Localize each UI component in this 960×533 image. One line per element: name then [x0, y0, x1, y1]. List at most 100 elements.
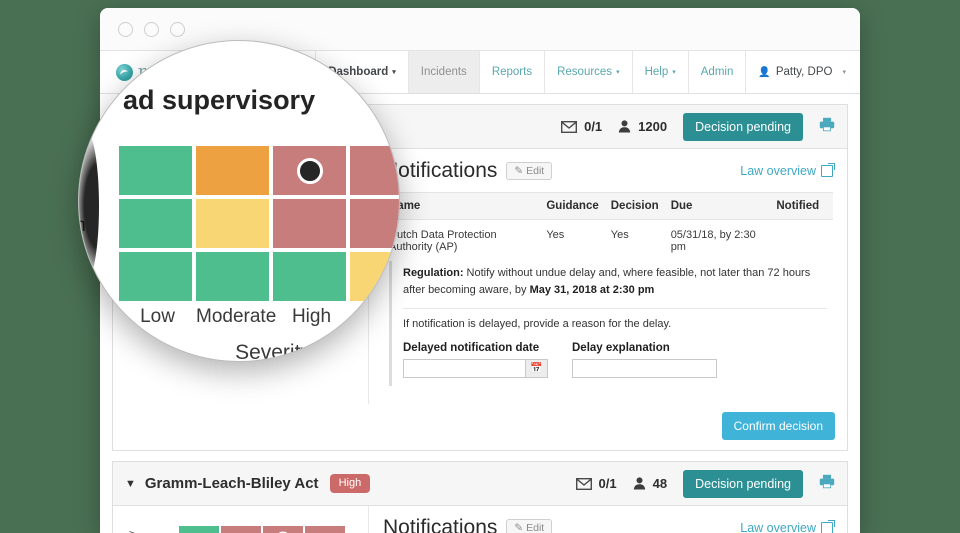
magnified-xaxis-title: Severity — [235, 341, 311, 362]
table-row: Dutch Data Protection Authority (AP) Yes… — [383, 220, 833, 258]
heatmap-cell[interactable] — [196, 146, 269, 195]
magnified-xtick-moderate: Moderate — [196, 306, 277, 327]
edit-button[interactable]: ✎ Edit — [506, 519, 553, 533]
delayed-date-label: Delayed notification date — [403, 342, 540, 355]
notified-count: 0/1 — [598, 476, 617, 491]
incident-1-footer: Confirm decision — [113, 404, 847, 450]
magnifier-lens: ad supervisory igh edium Low — [78, 40, 400, 362]
delayed-date-input[interactable]: 📅 — [403, 359, 548, 379]
people-metric: 1200 — [618, 119, 667, 134]
magnified-xtick-low: Low — [140, 306, 175, 327]
delay-explanation-input[interactable] — [572, 359, 717, 379]
calendar-icon[interactable]: 📅 — [525, 360, 547, 378]
regulation-text: Regulation: Notify without undue delay a… — [403, 265, 827, 299]
chevron-down-icon: ▾ — [672, 69, 676, 76]
heatmap-cell[interactable] — [221, 526, 262, 533]
table-header-row: Name Guidance Decision Due Notified — [383, 192, 833, 220]
window-maximize-dot[interactable] — [170, 21, 185, 37]
collapse-triangle-icon[interactable]: ▼ — [125, 478, 136, 490]
chevron-down-icon: ▾ — [842, 69, 846, 76]
heatmap-cell[interactable] — [179, 526, 220, 533]
incident-2-body: Sensitivity High Medium — [113, 506, 847, 533]
heatmap-cell-selected[interactable] — [263, 526, 304, 533]
status-badge: High — [329, 474, 371, 493]
magnified-xtick-extreme: Ex — [377, 306, 400, 327]
incident-1-header-actions: 0/1 1200 Decision pending — [561, 112, 835, 141]
heatmap-cell[interactable] — [273, 252, 346, 301]
column-header-name: Name — [383, 192, 541, 220]
people-count: 48 — [652, 476, 668, 491]
decision-pending-button[interactable]: Decision pending — [683, 112, 803, 141]
notifications-1-header: Notifications ✎ Edit Law overview — [383, 159, 835, 183]
law-overview-link[interactable]: Law overview — [740, 163, 835, 178]
column-header-due: Due — [664, 192, 771, 220]
heatmap-cell[interactable] — [196, 199, 269, 248]
pencil-icon: ✎ — [514, 165, 524, 177]
column-header-decision: Decision — [604, 192, 665, 220]
page-title: Notifications — [383, 159, 498, 182]
nav-item-reports[interactable]: Reports — [480, 51, 546, 93]
screenshot-stage: radar · Dashboard ▾ Incidents Reports Re… — [0, 0, 960, 533]
incident-2-title: Gramm-Leach-Bliley Act — [144, 475, 319, 492]
notified-metric: 0/1 — [575, 476, 617, 491]
cell-notified — [770, 220, 833, 258]
heatmap-marker-icon — [296, 157, 323, 184]
heatmap-cell[interactable] — [273, 199, 346, 248]
nav-item-resources-label: Resources — [557, 66, 613, 78]
heatmap-cell[interactable] — [350, 199, 399, 248]
heatmap-cell[interactable] — [350, 146, 399, 195]
magnifier-content: ad supervisory igh edium Low — [79, 41, 399, 361]
column-header-guidance: Guidance — [540, 192, 605, 220]
decision-pending-button[interactable]: Decision pending — [683, 469, 803, 498]
law-overview-link[interactable]: Law overview — [740, 520, 835, 533]
magnified-xtick-high: High — [291, 306, 332, 327]
nav-item-help[interactable]: Help ▾ — [633, 51, 689, 93]
column-header-notified: Notified — [770, 192, 833, 220]
printer-icon[interactable] — [819, 474, 835, 494]
notified-count: 0/1 — [584, 119, 603, 134]
nav-item-user-menu[interactable]: 👤 Patty, DPO ▾ — [746, 51, 860, 93]
cell-due: 05/31/18, by 2:30 pm — [670, 229, 756, 253]
heatmap-cell[interactable] — [350, 252, 399, 301]
window-minimize-dot[interactable] — [144, 21, 159, 37]
heatmap-cell[interactable] — [119, 252, 192, 301]
cell-decision: Yes — [610, 229, 629, 241]
nav-item-resources[interactable]: Resources ▾ — [545, 51, 633, 93]
law-overview-label: Law overview — [740, 164, 816, 178]
heatmap-2-yaxis-title: Sensitivity — [127, 526, 138, 533]
envelope-icon — [561, 120, 578, 133]
printer-icon[interactable] — [819, 117, 835, 137]
window-close-dot[interactable] — [118, 21, 133, 37]
person-icon: 👤 — [758, 66, 771, 78]
heatmap-cell[interactable] — [119, 199, 192, 248]
heatmap-cell[interactable] — [196, 252, 269, 301]
edit-button-label: Edit — [526, 165, 545, 177]
delay-explanation-label: Delay explanation — [572, 342, 670, 355]
user-menu-label: Patty, DPO — [775, 66, 833, 78]
person-icon — [633, 477, 645, 490]
heatmap-cell[interactable] — [305, 526, 346, 533]
heatmap-2-grid — [179, 526, 346, 533]
incident-2-heatmap-pane: Sensitivity High Medium — [113, 506, 368, 533]
incident-2-notifications-pane: Notifications ✎ Edit Law overview — [368, 506, 847, 533]
heatmap-cell-selected[interactable] — [273, 146, 346, 195]
pencil-icon: ✎ — [514, 522, 524, 533]
notified-metric: 0/1 — [561, 119, 602, 134]
regulation-deadline: May 31, 2018 at 2:30 pm — [529, 284, 655, 297]
incident-2-header: ▼ Gramm-Leach-Bliley Act High 0/1 48 Dec… — [113, 462, 847, 506]
confirm-decision-button[interactable]: Confirm decision — [721, 412, 835, 440]
people-metric: 48 — [633, 476, 667, 491]
envelope-icon — [575, 477, 592, 490]
nav-item-incidents[interactable]: Incidents — [408, 51, 480, 93]
magnified-heatmap-xticks: Low Moderate High Ex — [119, 306, 400, 328]
incident-2-header-actions: 0/1 48 Decision pending — [575, 469, 835, 498]
nav-item-reports-label: Reports — [491, 66, 533, 78]
heatmap-2-ytick-high: High — [142, 527, 174, 533]
nav-item-admin[interactable]: Admin — [689, 51, 747, 93]
edit-button[interactable]: ✎ Edit — [506, 162, 553, 180]
nav-item-incidents-label: Incidents — [420, 66, 467, 78]
magnified-heatmap-grid — [119, 146, 399, 301]
notifications-2-header: Notifications ✎ Edit Law overview — [383, 516, 835, 533]
heatmap-cell[interactable] — [119, 146, 192, 195]
notifications-1-table: Name Guidance Decision Due Notified Dutc… — [383, 192, 833, 257]
